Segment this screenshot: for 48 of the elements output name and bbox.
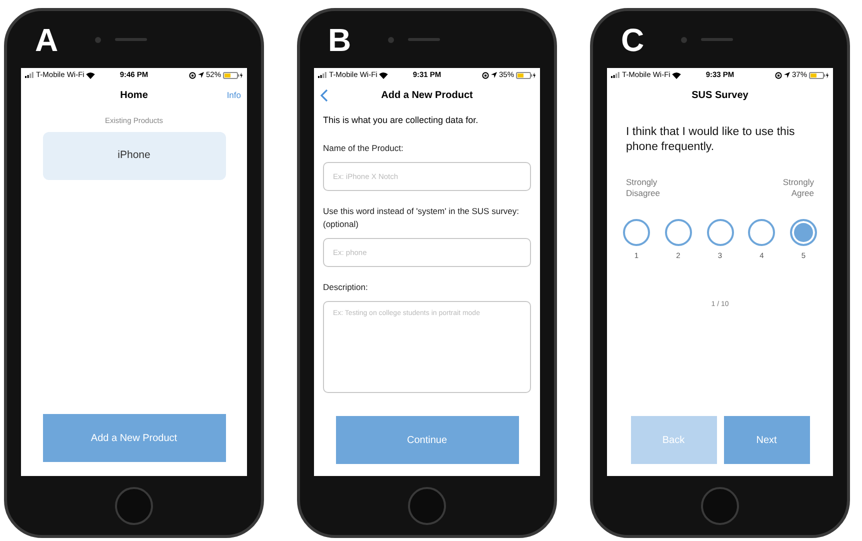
scale-label: Strongly Disagree [626, 177, 662, 199]
survey-question: I think that I would like to use this phone frequently. [625, 125, 796, 155]
info-link[interactable]: Info [226, 88, 241, 102]
battery-icon [516, 72, 536, 78]
battery-icon [809, 72, 829, 78]
nav-button[interactable]: Next [724, 416, 810, 464]
speaker-icon [701, 38, 733, 41]
radio-button[interactable] [706, 219, 734, 246]
home-button[interactable] [115, 486, 153, 524]
screen-title: SUS Survey [692, 88, 748, 102]
rotation-lock-icon [774, 72, 782, 78]
product-card[interactable]: iPhone [42, 132, 226, 180]
camera-icon [681, 36, 687, 42]
signal-icon [25, 72, 34, 78]
rotation-lock-icon [482, 72, 489, 78]
home-button[interactable] [408, 486, 446, 524]
add-product-button[interactable]: Add a New Product [42, 414, 226, 462]
signal-icon [611, 72, 620, 78]
home-button[interactable] [701, 486, 739, 524]
scale-label: Strongly Agree [782, 177, 814, 199]
speaker-icon [115, 38, 147, 41]
radio-button[interactable] [664, 219, 692, 246]
panel-letter: C [621, 20, 646, 60]
field-label: Description: [323, 280, 369, 294]
camera-icon [388, 36, 394, 42]
panel-letter: A [35, 20, 60, 60]
speaker-icon [408, 38, 440, 41]
signal-icon [318, 72, 327, 78]
continue-button[interactable]: Continue [336, 416, 518, 464]
battery-icon [223, 72, 243, 78]
field-label: Name of the Product: [323, 142, 404, 154]
intro-text: This is what you are collecting data for. [323, 114, 480, 127]
field-label: Use this word instead of 'system' in the SUS survey: (optional) [323, 204, 520, 230]
radio-button[interactable] [623, 219, 650, 246]
location-icon [784, 72, 790, 78]
location-icon [198, 72, 204, 78]
screen-title: Add a New Product [381, 88, 473, 102]
wifi-icon [672, 72, 682, 78]
screen-title: Home [120, 88, 148, 102]
radio-button[interactable] [748, 219, 776, 246]
location-icon [490, 72, 497, 78]
wifi-icon [86, 72, 96, 78]
wifi-icon [379, 72, 388, 78]
back-icon[interactable] [320, 88, 328, 102]
rotation-lock-icon [188, 72, 196, 78]
camera-icon [95, 36, 101, 42]
panel-letter: B [328, 20, 352, 60]
radio-button[interactable] [790, 219, 817, 246]
